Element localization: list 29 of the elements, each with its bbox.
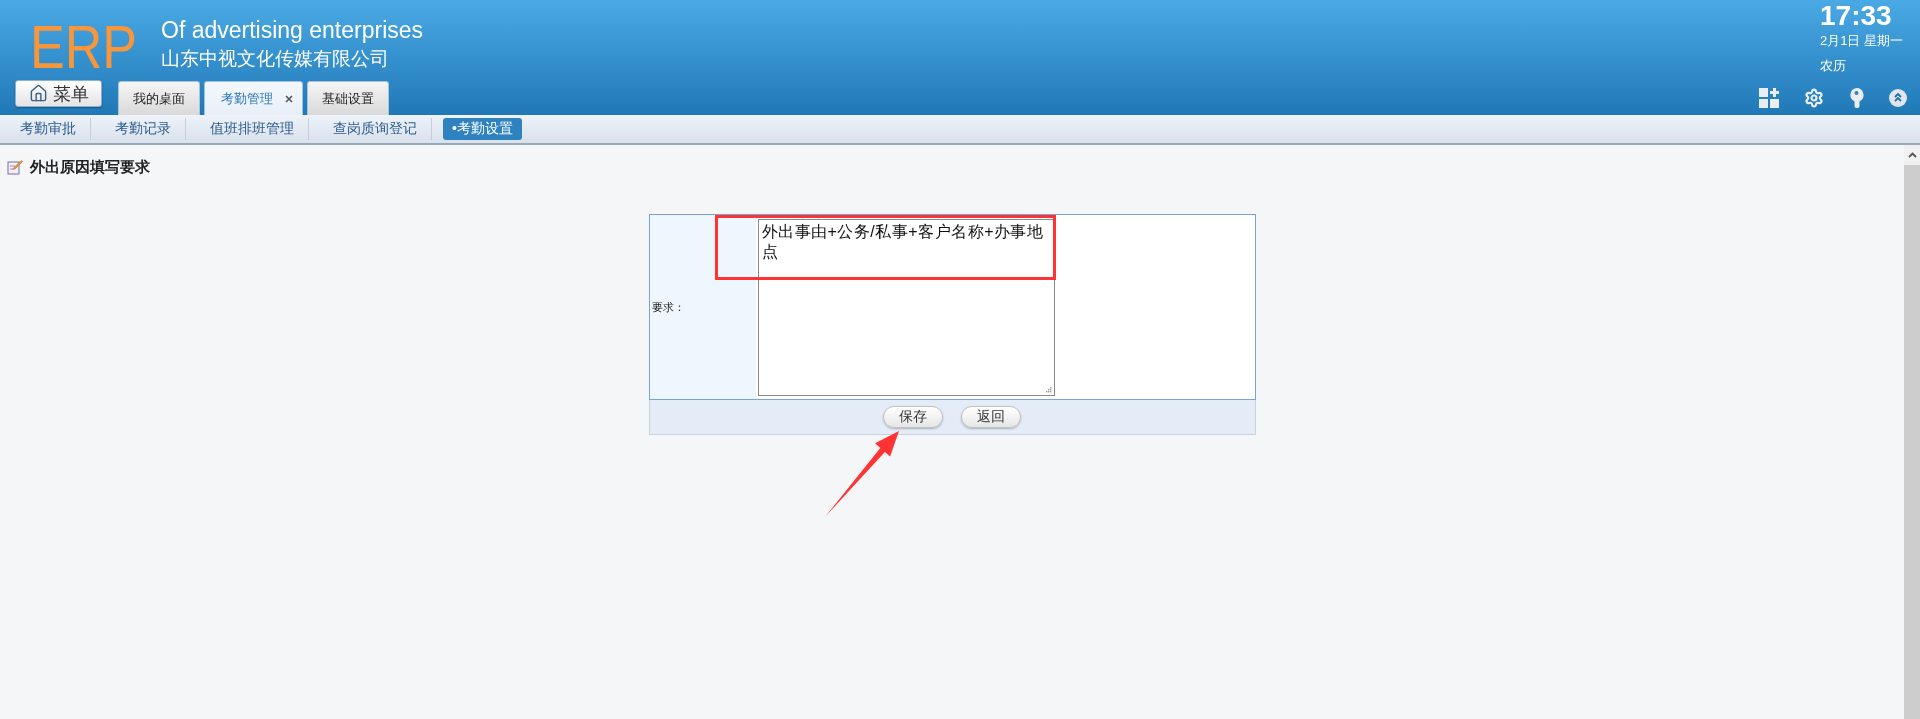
tagline: Of advertising enterprises <box>161 17 424 43</box>
tab[interactable]: 基础设置 <box>307 81 389 115</box>
field-label: 要求： <box>649 215 756 399</box>
requirement-textarea[interactable]: 外出事由+公务/私事+客户名称+办事地点 <box>757 219 1055 396</box>
house-icon <box>28 84 48 103</box>
notepad-pencil-icon <box>7 159 23 175</box>
page-title: 外出原因填写要求 <box>30 157 150 177</box>
chevron-up-icon <box>1907 152 1917 158</box>
clock-time: 17:33 <box>1820 2 1893 30</box>
form-button[interactable]: 返回 <box>961 406 1021 428</box>
menu-button[interactable]: 菜单 <box>15 80 102 107</box>
logo: ERP <box>30 16 138 78</box>
form-button[interactable]: 保存 <box>883 406 943 428</box>
double-chevron-up-icon[interactable] <box>1889 88 1907 107</box>
grid-plus-icon[interactable] <box>1759 87 1779 108</box>
tab[interactable]: 我的桌面 <box>118 81 200 115</box>
clock-date: 2月1日 星期一 <box>1820 33 1905 49</box>
settings-icon[interactable] <box>1804 87 1824 108</box>
nav-tab[interactable]: 考勤审批 <box>0 118 91 140</box>
nav-tab[interactable]: 值班排班管理 <box>186 118 309 140</box>
close-icon[interactable] <box>285 94 293 103</box>
resize-grip-icon[interactable] <box>1045 387 1052 393</box>
lunar-date: 农历 <box>1820 58 1847 74</box>
key-icon[interactable] <box>1849 87 1864 108</box>
nav-tab[interactable]: 考勤记录 <box>91 118 186 140</box>
company-name: 山东中视文化传媒有限公司 <box>161 47 390 71</box>
tab[interactable]: 考勤管理 <box>204 81 303 115</box>
nav-tab[interactable]: 查岗质询登记 <box>309 118 432 140</box>
nav-tab[interactable]: •考勤设置 <box>443 118 522 140</box>
